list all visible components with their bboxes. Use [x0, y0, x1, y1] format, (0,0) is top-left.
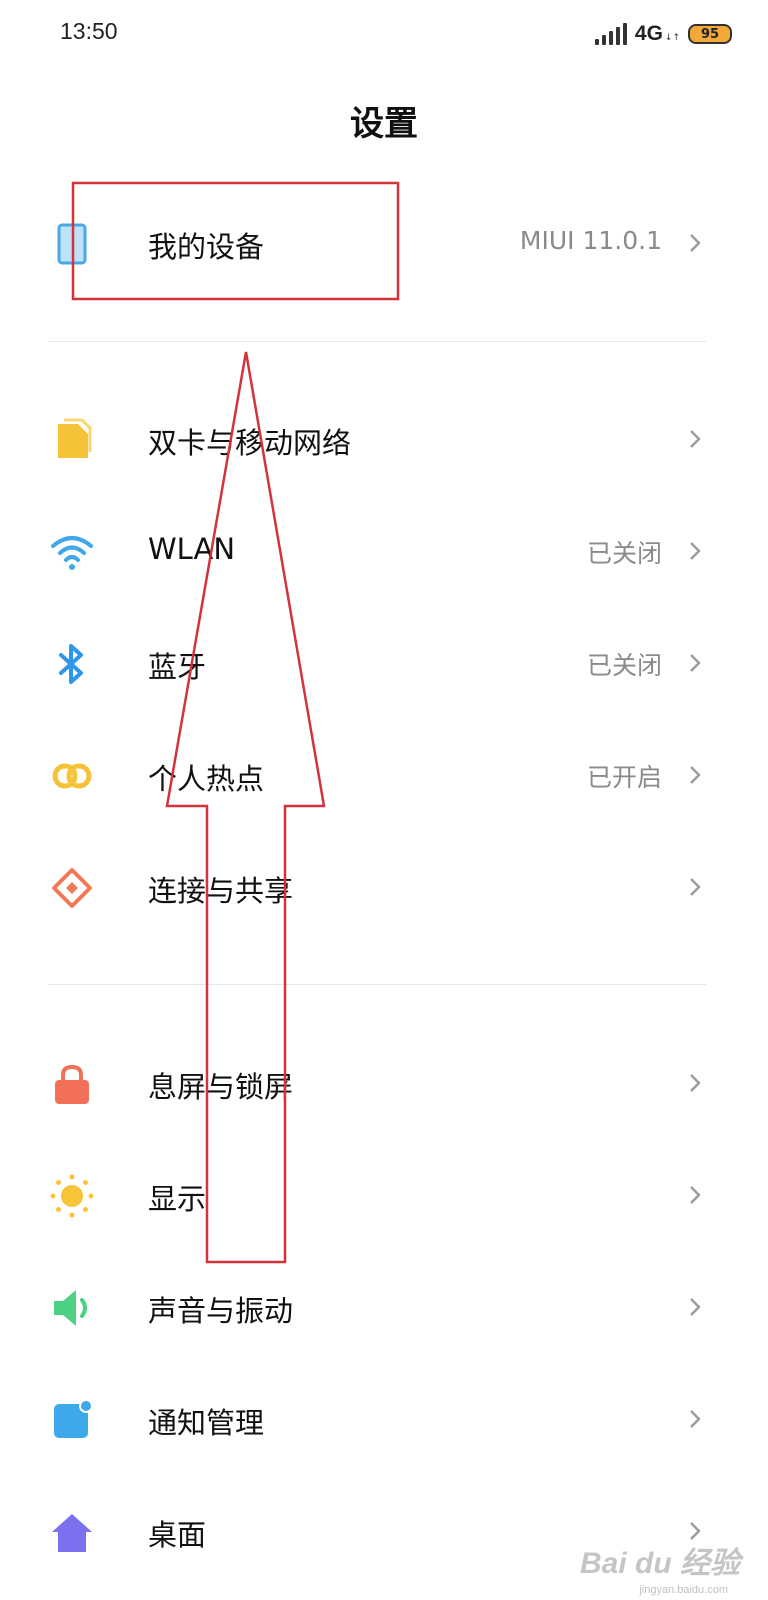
- chevron-right-icon: [690, 542, 701, 560]
- wifi-icon: [51, 536, 93, 570]
- watermark-site: jingyan.baidu.com: [639, 1584, 728, 1596]
- chevron-right-icon: [690, 654, 701, 672]
- chevron-right-icon: [690, 1186, 701, 1204]
- notification-icon: [54, 1399, 93, 1438]
- settings-item-value: 已开启: [586, 763, 662, 792]
- settings-item-my-device[interactable]: 我的设备 MIUI 11.0.1: [0, 188, 768, 300]
- settings-item-label: 桌面: [148, 1518, 207, 1552]
- phone-icon: [57, 223, 87, 265]
- bluetooth-icon: [59, 644, 83, 684]
- settings-item-label: 个人热点: [148, 762, 265, 796]
- status-bar: 13:50 4G ↓↑ 95: [0, 0, 768, 64]
- section-divider: [48, 341, 706, 342]
- settings-item-label: 我的设备: [148, 230, 265, 264]
- settings-item-lock-screen[interactable]: 息屏与锁屏: [0, 1028, 768, 1140]
- hotspot-icon: [52, 763, 92, 789]
- chevron-right-icon: [690, 878, 701, 896]
- chevron-right-icon: [690, 766, 701, 784]
- home-icon: [52, 1514, 92, 1552]
- share-icon: [52, 868, 92, 908]
- network-type: 4G: [634, 22, 663, 45]
- settings-item-hotspot[interactable]: 个人热点 已开启: [0, 720, 768, 832]
- settings-item-wlan[interactable]: WLAN 已关闭: [0, 496, 768, 608]
- chevron-right-icon: [690, 430, 701, 448]
- status-time: 13:50: [60, 18, 118, 44]
- section-divider: [48, 984, 706, 985]
- page-title: 设置: [350, 104, 418, 144]
- signal-strength-icon: [594, 23, 627, 45]
- chevron-right-icon: [690, 1074, 701, 1092]
- settings-item-label: WLAN: [148, 532, 236, 566]
- lock-icon: [55, 1064, 89, 1104]
- chevron-right-icon: [690, 1410, 701, 1428]
- battery-icon: 95: [688, 24, 732, 44]
- settings-item-sound-vibration[interactable]: 声音与振动: [0, 1252, 768, 1364]
- settings-item-label: 连接与共享: [148, 874, 294, 908]
- speaker-icon: [54, 1290, 87, 1326]
- watermark-brand: Bai du 经验: [579, 1547, 740, 1580]
- data-activity-icon: ↓↑: [664, 33, 680, 43]
- status-indicators: 4G ↓↑ 95: [594, 20, 732, 48]
- settings-item-dual-sim[interactable]: 双卡与移动网络: [0, 384, 768, 496]
- baidu-watermark: Bai du 经验: [580, 1538, 740, 1582]
- settings-item-connection-sharing[interactable]: 连接与共享: [0, 832, 768, 944]
- settings-item-bluetooth[interactable]: 蓝牙 已关闭: [0, 608, 768, 720]
- sim-card-icon: [58, 418, 92, 458]
- settings-item-label: 显示: [148, 1182, 207, 1216]
- chevron-right-icon: [690, 234, 701, 252]
- chevron-right-icon: [690, 1298, 701, 1316]
- settings-item-notifications[interactable]: 通知管理: [0, 1364, 768, 1476]
- settings-item-value: 已关闭: [586, 539, 662, 568]
- settings-item-value: MIUI 11.0.1: [519, 226, 662, 255]
- sun-icon: [50, 1174, 94, 1218]
- settings-item-label: 息屏与锁屏: [148, 1070, 294, 1104]
- settings-item-label: 蓝牙: [148, 650, 207, 684]
- battery-level: 95: [700, 26, 720, 42]
- settings-item-label: 通知管理: [148, 1406, 265, 1440]
- settings-item-label: 双卡与移动网络: [148, 426, 352, 460]
- settings-item-value: 已关闭: [586, 651, 662, 680]
- settings-item-label: 声音与振动: [148, 1294, 294, 1328]
- settings-item-display[interactable]: 显示: [0, 1140, 768, 1252]
